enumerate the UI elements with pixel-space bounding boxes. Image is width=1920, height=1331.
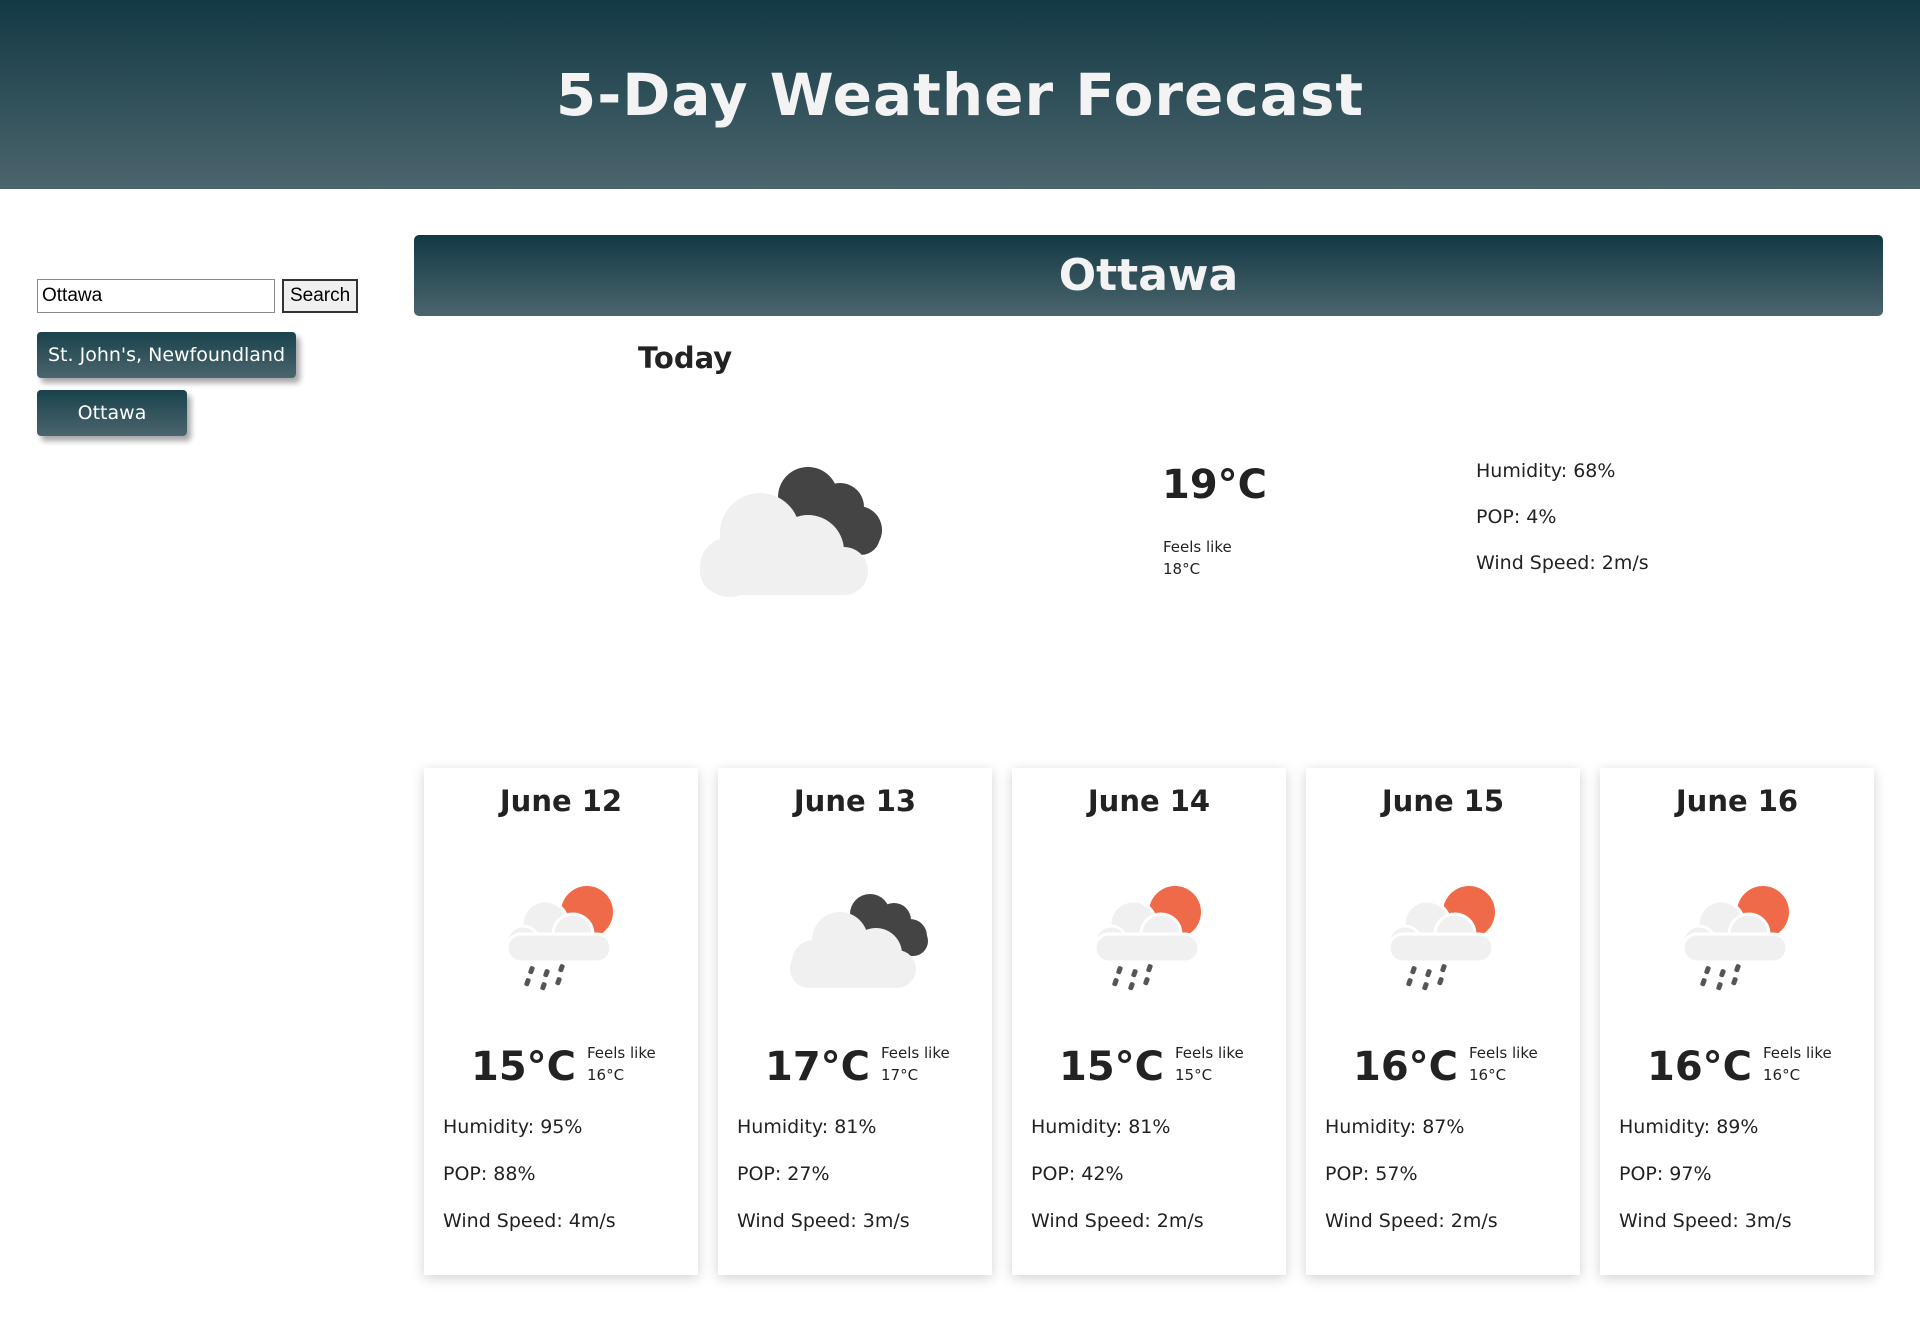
forecast-card: June 16 16°C Feels like 16°C Humidity: 8… [1600, 768, 1874, 1275]
card-feels-like: Feels like 15°C [1175, 1042, 1244, 1086]
card-wind-speed: Wind Speed: 2m/s [1325, 1210, 1498, 1232]
card-stats: Humidity: 89% POP: 97% Wind Speed: 3m/s [1619, 1116, 1792, 1257]
card-pop: POP: 57% [1325, 1163, 1418, 1185]
saved-city-button-st-johns[interactable]: St. John's, Newfoundland [37, 332, 297, 378]
forecast-card: June 14 15°C Feels like 15°C Humidity: 8… [1012, 768, 1286, 1275]
search-row: Search [37, 279, 367, 313]
card-pop: POP: 88% [443, 1163, 536, 1185]
page-title: 5-Day Weather Forecast [555, 60, 1365, 129]
card-stats: Humidity: 81% POP: 42% Wind Speed: 2m/s [1031, 1116, 1204, 1257]
forecast-card: June 13 17°C Feels like 17°C Humidity: 8… [718, 768, 992, 1275]
forecast-card: June 15 16°C Feels like 16°C Humidity: 8… [1306, 768, 1580, 1275]
feels-like-label: Feels like [1469, 1044, 1538, 1062]
cloudy-icon [700, 467, 882, 597]
card-feels-like: Feels like 17°C [881, 1042, 950, 1086]
feels-like-value: 15°C [1175, 1066, 1213, 1084]
city-name: Ottawa [1058, 250, 1239, 301]
card-wind-speed: Wind Speed: 4m/s [443, 1210, 616, 1232]
rain-sun-icon [1387, 886, 1495, 991]
card-date: June 12 [499, 784, 623, 818]
card-humidity: Humidity: 89% [1619, 1116, 1759, 1138]
card-wind-speed: Wind Speed: 3m/s [1619, 1210, 1792, 1232]
today-temperature: 19°C [1162, 462, 1268, 508]
today-pop: POP: 4% [1476, 506, 1557, 528]
today-label: Today [638, 341, 733, 375]
card-humidity: Humidity: 87% [1325, 1116, 1465, 1138]
today-feels-like: Feels like 18°C [1163, 536, 1232, 580]
card-humidity: Humidity: 81% [737, 1116, 877, 1138]
search-button[interactable]: Search [282, 279, 359, 313]
card-feels-like: Feels like 16°C [1469, 1042, 1538, 1086]
feels-like-label: Feels like [1163, 538, 1232, 556]
rain-sun-icon [1681, 886, 1789, 991]
city-banner: Ottawa [414, 235, 1883, 316]
card-temperature: 15°C [471, 1044, 577, 1090]
app-header: 5-Day Weather Forecast [0, 0, 1920, 189]
card-date: June 16 [1675, 784, 1799, 818]
card-temperature: 17°C [765, 1044, 871, 1090]
feels-like-value: 16°C [1469, 1066, 1507, 1084]
feels-like-value: 18°C [1163, 560, 1201, 578]
feels-like-value: 16°C [587, 1066, 625, 1084]
today-stats: Humidity: 68% POP: 4% Wind Speed: 2m/s [1476, 460, 1649, 598]
card-wind-speed: Wind Speed: 2m/s [1031, 1210, 1204, 1232]
card-date: June 14 [1087, 784, 1211, 818]
sidebar: Search St. John's, Newfoundland Ottawa [37, 279, 367, 436]
feels-like-label: Feels like [881, 1044, 950, 1062]
card-temperature: 16°C [1647, 1044, 1753, 1090]
feels-like-label: Feels like [1175, 1044, 1244, 1062]
card-wind-speed: Wind Speed: 3m/s [737, 1210, 910, 1232]
card-feels-like: Feels like 16°C [1763, 1042, 1832, 1086]
feels-like-value: 16°C [1763, 1066, 1801, 1084]
card-stats: Humidity: 81% POP: 27% Wind Speed: 3m/s [737, 1116, 910, 1257]
feels-like-value: 17°C [881, 1066, 919, 1084]
card-temperature: 15°C [1059, 1044, 1165, 1090]
feels-like-label: Feels like [587, 1044, 656, 1062]
card-stats: Humidity: 95% POP: 88% Wind Speed: 4m/s [443, 1116, 616, 1257]
card-pop: POP: 97% [1619, 1163, 1712, 1185]
today-humidity: Humidity: 68% [1476, 460, 1616, 482]
card-date: June 13 [793, 784, 917, 818]
rain-sun-icon [505, 886, 613, 991]
cloudy-icon [790, 894, 928, 988]
card-temperature: 16°C [1353, 1044, 1459, 1090]
card-feels-like: Feels like 16°C [587, 1042, 656, 1086]
card-pop: POP: 27% [737, 1163, 830, 1185]
rain-sun-icon [1093, 886, 1201, 991]
saved-city-button-ottawa[interactable]: Ottawa [37, 390, 187, 436]
forecast-card: June 12 15°C Feels like 16°C Humidity: 9… [424, 768, 698, 1275]
card-humidity: Humidity: 81% [1031, 1116, 1171, 1138]
feels-like-label: Feels like [1763, 1044, 1832, 1062]
card-pop: POP: 42% [1031, 1163, 1124, 1185]
search-input[interactable] [37, 279, 275, 313]
card-humidity: Humidity: 95% [443, 1116, 583, 1138]
card-date: June 15 [1381, 784, 1505, 818]
card-stats: Humidity: 87% POP: 57% Wind Speed: 2m/s [1325, 1116, 1498, 1257]
today-wind-speed: Wind Speed: 2m/s [1476, 552, 1649, 574]
